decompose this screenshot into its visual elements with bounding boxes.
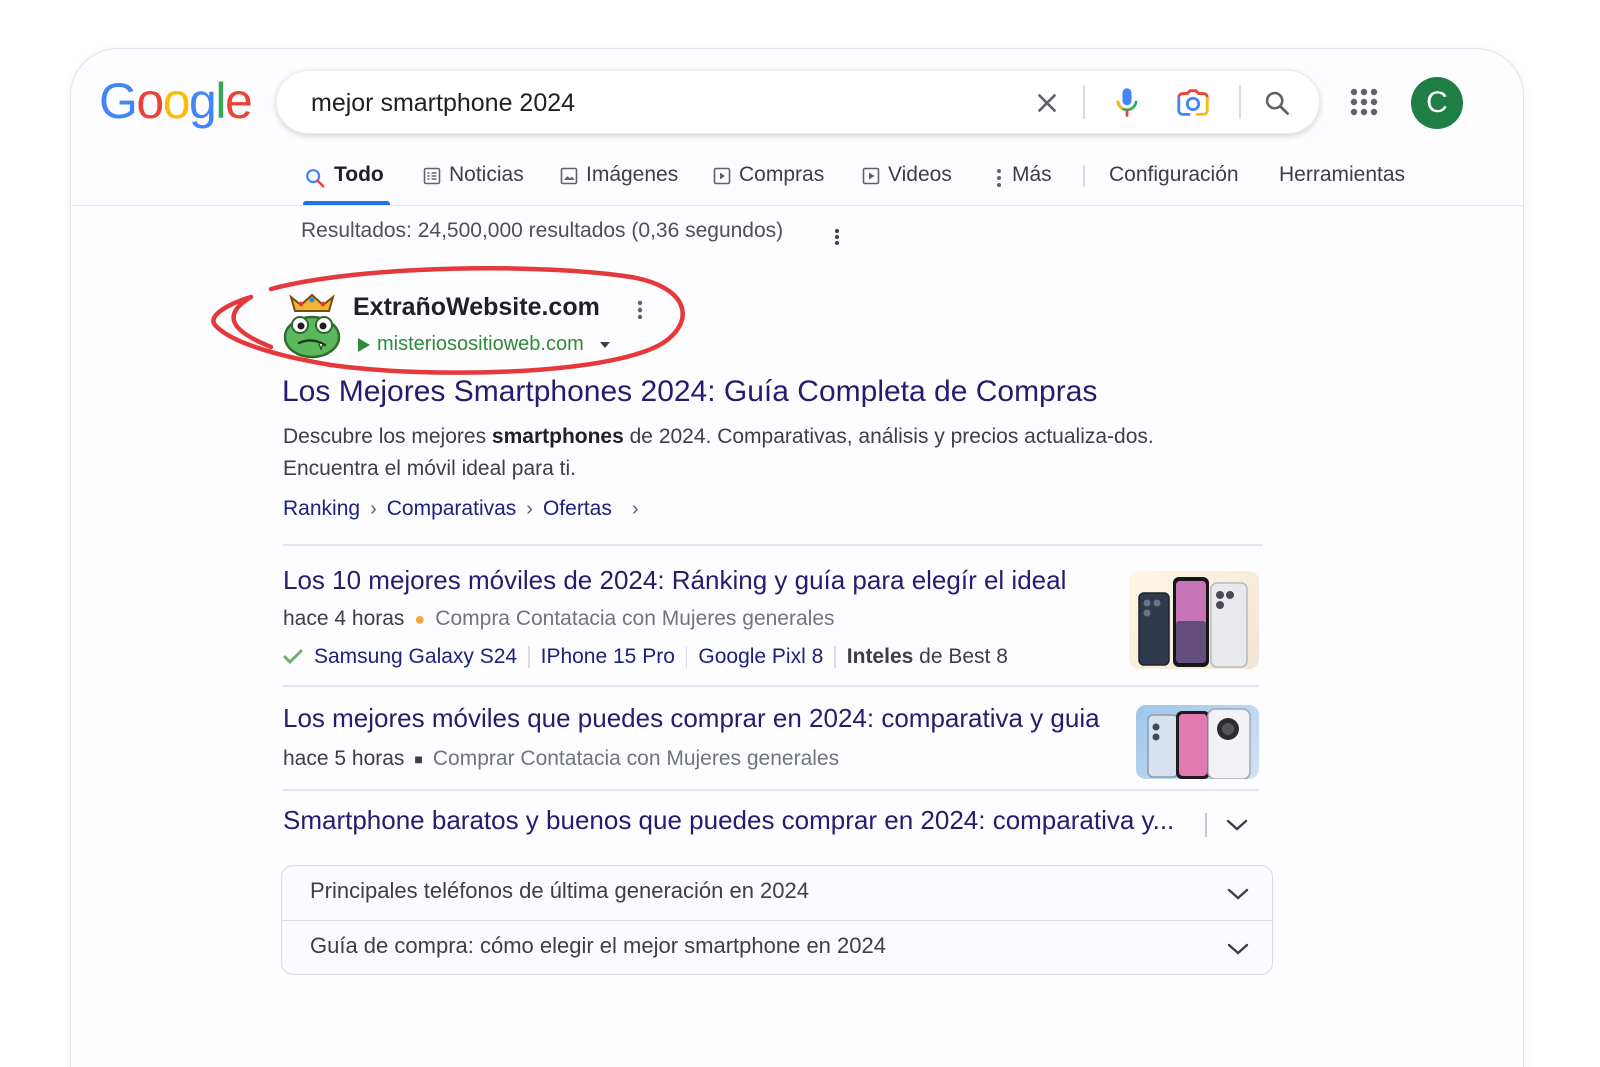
accordion-label: Principales teléfonos de última generaci… (310, 878, 809, 903)
search-bar[interactable]: mejor smartphone 2024 (276, 70, 1320, 134)
link-tail-text: de Best 8 (913, 645, 1008, 668)
sub-result-meta: hace 5 horas ■ Comprar Contatacia con Mu… (283, 747, 839, 771)
link-divider (834, 646, 836, 668)
search-icon (306, 169, 325, 188)
square-bullet-icon: ■ (414, 751, 423, 767)
more-vert-icon[interactable] (636, 299, 644, 326)
chevron-right-icon[interactable]: › (632, 498, 639, 521)
tab-label: Todo (334, 163, 384, 186)
logo-letter: g (189, 73, 217, 129)
breadcrumb-link-ofertas[interactable]: Ofertas (543, 497, 612, 521)
sub-result-title-link[interactable]: Los mejores móviles que puedes comprar e… (283, 703, 1100, 734)
search-input[interactable]: mejor smartphone 2024 (311, 71, 575, 135)
play-triangle-icon (358, 337, 370, 352)
result-title-link[interactable]: Los Mejores Smartphones 2024: Guía Compl… (282, 375, 1097, 409)
meta-text: Comprar Contatacia con Mujeres generales (432, 747, 840, 770)
link-iphone[interactable]: IPhone 15 Pro (541, 645, 675, 669)
timestamp: hace 4 horas (283, 607, 405, 630)
tab-herramientas[interactable]: Herramientas (1279, 159, 1405, 205)
link-divider (528, 646, 530, 668)
link-tail[interactable]: Inteles de Best 8 (847, 645, 1008, 669)
logo-letter: o (162, 73, 191, 129)
logo-letter: G (99, 73, 138, 129)
dot-icon: ● (414, 608, 426, 629)
camera-icon[interactable] (1175, 85, 1211, 121)
result-snippet: Descubre los mejores smartphones de 2024… (283, 421, 1243, 485)
search-divider (1239, 85, 1241, 119)
breadcrumb-link-ranking[interactable]: Ranking (283, 497, 360, 521)
checkmark-icon (283, 649, 303, 665)
apps-icon[interactable] (1349, 87, 1379, 117)
sub-result-title-link[interactable]: Los 10 mejores móviles de 2024: Ránking … (283, 565, 1066, 596)
sub-result-meta: hace 4 horas ● Compra Contatacia con Muj… (283, 607, 835, 631)
tab-divider (1083, 165, 1085, 187)
tab-todo[interactable]: Todo (304, 159, 384, 205)
tab-configuracion[interactable]: Configuración (1109, 159, 1239, 205)
tab-label: Configuración (1109, 163, 1239, 186)
link-samsung-galaxy[interactable]: Samsung Galaxy S24 (314, 645, 517, 669)
meta-text: Compra Contatacia con Mujeres generales (435, 607, 835, 630)
logo-letter: l (215, 73, 226, 129)
chevron-down-icon[interactable] (1226, 941, 1250, 957)
google-logo[interactable]: Google (99, 71, 253, 131)
tab-videos[interactable]: Videos (862, 159, 952, 205)
site-url-text: misteriosositioweb.com (377, 333, 584, 355)
sub-result-title-link[interactable]: Smartphone baratos y buenos que puedes c… (283, 805, 1174, 836)
accordion-label: Guía de compra: cómo elegir el mejor sma… (310, 933, 886, 958)
tab-label: Videos (888, 163, 952, 186)
news-icon (423, 167, 441, 185)
tab-compras[interactable]: Compras (713, 159, 824, 205)
link-divider (685, 646, 688, 668)
caret-down-icon[interactable] (598, 340, 612, 350)
tab-label: Imágenes (586, 163, 679, 186)
sub-result-links: Samsung Galaxy S24 IPhone 15 Pro Google … (283, 645, 1008, 669)
tab-label: Compras (739, 163, 825, 186)
link-tail-bold: Inteles (846, 645, 914, 668)
more-vert-icon[interactable] (833, 227, 841, 252)
chevron-down-icon[interactable] (1226, 886, 1250, 902)
mic-icon[interactable] (1109, 85, 1145, 121)
search-tabs: Todo Noticias Imágenes Compras Videos Má… (71, 159, 1523, 206)
snippet-bold: smartphones (491, 425, 624, 448)
chevron-right-icon: › (370, 497, 377, 520)
accordion-item[interactable]: Guía de compra: cómo elegir el mejor sma… (282, 920, 1272, 974)
tab-noticias[interactable]: Noticias (423, 159, 524, 205)
image-icon (560, 167, 578, 185)
accordion-item[interactable]: Principales teléfonos de última generaci… (282, 866, 1272, 920)
more-vert-icon (997, 169, 1001, 187)
close-icon[interactable] (1029, 85, 1065, 121)
breadcrumb-link-comparativas[interactable]: Comparativas (387, 497, 517, 521)
frog-king-logo (283, 293, 341, 359)
tab-mas[interactable]: Más (994, 159, 1052, 205)
breadcrumb: Ranking › Comparativas › Ofertas › (283, 497, 639, 521)
avatar[interactable]: C (1411, 77, 1463, 129)
divider (283, 685, 1259, 687)
divider (1205, 813, 1207, 837)
chevron-right-icon: › (526, 497, 533, 520)
divider (283, 544, 1263, 546)
link-google-pixel[interactable]: Google Pixl 8 (698, 645, 823, 669)
shopping-icon (713, 167, 731, 185)
tab-label: Noticias (449, 163, 524, 186)
chevron-down-icon[interactable] (1225, 817, 1249, 833)
phone-thumbnail[interactable] (1129, 571, 1259, 669)
result-stats: Resultados: 24,500,000 resultados (0,36 … (301, 219, 784, 242)
related-questions-accordion: Principales teléfonos de última generaci… (281, 865, 1273, 975)
phone-thumbnail[interactable] (1136, 705, 1259, 779)
site-name[interactable]: ExtrañoWebsite.com (353, 293, 600, 322)
browser-frame: Google mejor smartphone 2024 C Todo Noti… (70, 48, 1524, 1067)
tab-label: Herramientas (1279, 163, 1406, 186)
tab-imagenes[interactable]: Imágenes (560, 159, 678, 205)
timestamp: hace 5 horas (283, 747, 405, 770)
tab-label: Más (1012, 163, 1052, 186)
divider (283, 789, 1259, 791)
logo-letter: e (224, 73, 253, 129)
active-tab-indicator (303, 201, 390, 205)
search-icon[interactable] (1259, 85, 1295, 121)
search-divider (1083, 85, 1085, 119)
snippet-text: Descubre los mejores (283, 425, 492, 448)
site-url[interactable]: misteriosositioweb.com (357, 333, 612, 356)
video-icon (862, 167, 880, 185)
logo-letter: o (136, 73, 164, 129)
